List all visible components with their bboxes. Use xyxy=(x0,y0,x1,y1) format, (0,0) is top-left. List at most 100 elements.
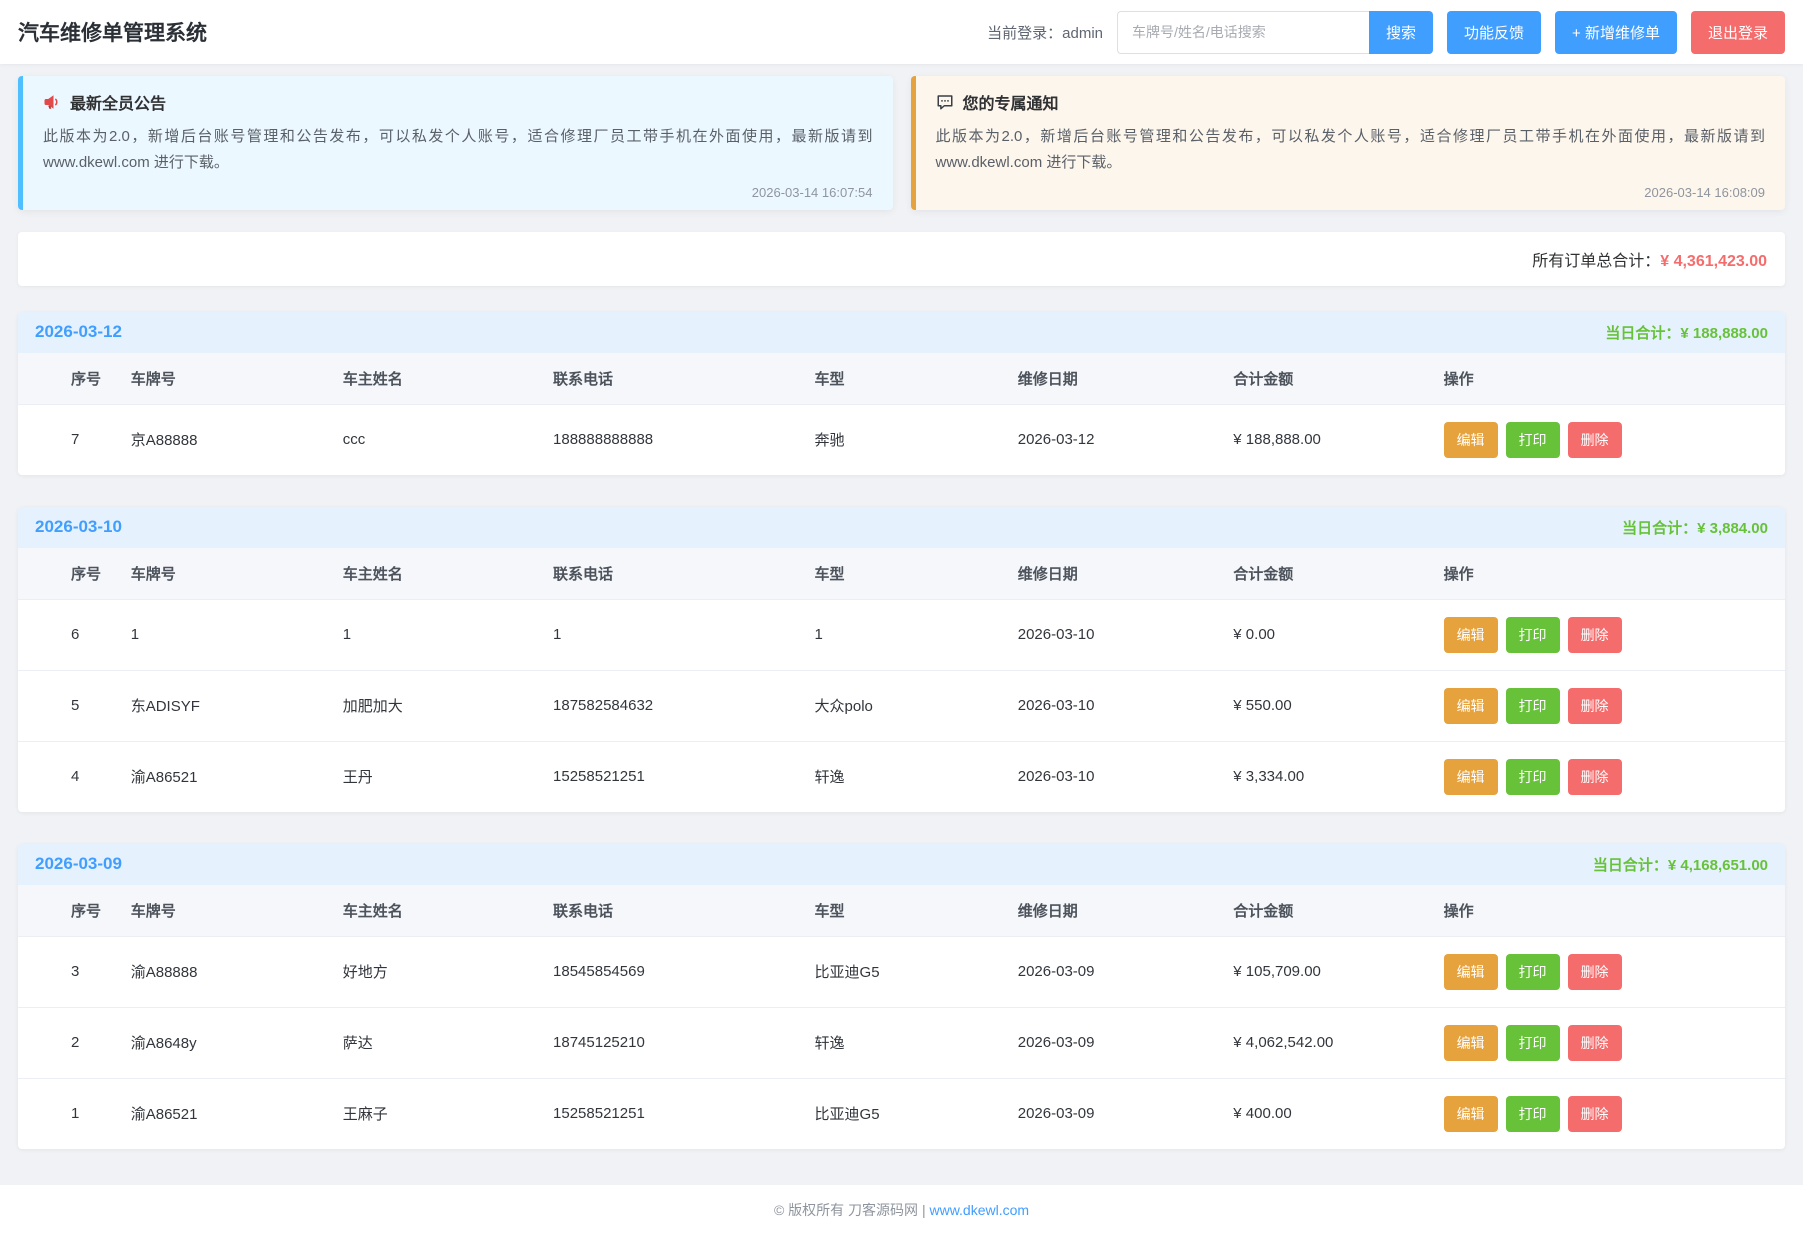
personal-notice-card: 您的专属通知 此版本为2.0，新增后台账号管理和公告发布，可以私发个人账号，适合… xyxy=(911,76,1786,210)
daily-total: 当日合计：¥ 4,168,651.00 xyxy=(1593,854,1768,875)
amount-cell: ¥ 0.00 xyxy=(1221,599,1431,670)
order-group: 2026-03-10当日合计：¥ 3,884.00序号车牌号车主姓名联系电话车型… xyxy=(18,507,1785,812)
footer-link[interactable]: www.dkewl.com xyxy=(929,1202,1029,1218)
daily-total: 当日合计：¥ 3,884.00 xyxy=(1622,517,1768,538)
column-header: 联系电话 xyxy=(541,353,803,405)
column-header: 车主姓名 xyxy=(331,353,541,405)
edit-button[interactable]: 编辑 xyxy=(1444,954,1498,990)
print-button[interactable]: 打印 xyxy=(1506,1025,1560,1061)
column-header: 车型 xyxy=(803,353,1006,405)
logout-button[interactable]: 退出登录 xyxy=(1691,11,1785,54)
delete-button[interactable]: 删除 xyxy=(1568,617,1622,653)
amount-cell: ¥ 105,709.00 xyxy=(1221,936,1431,1007)
announcement-card: 最新全员公告 此版本为2.0，新增后台账号管理和公告发布，可以私发个人账号，适合… xyxy=(18,76,893,210)
phone-cell: 188888888888 xyxy=(541,404,803,475)
print-button[interactable]: 打印 xyxy=(1506,759,1560,795)
print-button[interactable]: 打印 xyxy=(1506,422,1560,458)
owner-cell: 王麻子 xyxy=(331,1078,541,1149)
announcement-title: 最新全员公告 xyxy=(70,90,166,114)
print-button[interactable]: 打印 xyxy=(1506,954,1560,990)
edit-button[interactable]: 编辑 xyxy=(1444,617,1498,653)
order-groups: 2026-03-12当日合计：¥ 188,888.00序号车牌号车主姓名联系电话… xyxy=(0,312,1803,1149)
edit-button[interactable]: 编辑 xyxy=(1444,1096,1498,1132)
group-header: 2026-03-10 当日合计：¥ 3,884.00 xyxy=(18,507,1785,548)
order-group: 2026-03-12 当日合计：¥ 188,888.00 序号车牌号车主姓名联系电话… xyxy=(18,312,1785,475)
repair-date-cell: 2026-03-10 xyxy=(1006,670,1222,741)
search-group: 搜索 xyxy=(1117,11,1433,54)
column-header: 合计金额 xyxy=(1221,885,1431,937)
model-cell: 1 xyxy=(803,599,1006,670)
table-row: 4渝A86521王丹15258521251轩逸2026-03-10¥ 3,334… xyxy=(18,741,1785,812)
print-button[interactable]: 打印 xyxy=(1506,617,1560,653)
column-header: 操作 xyxy=(1432,548,1785,600)
table-row: 611112026-03-10¥ 0.00编辑打印删除 xyxy=(18,599,1785,670)
add-repair-order-button[interactable]: + 新增维修单 xyxy=(1555,11,1677,54)
megaphone-icon xyxy=(43,93,61,111)
group-date: 2026-03-12 xyxy=(35,322,122,342)
column-header: 维修日期 xyxy=(1006,885,1222,937)
amount-cell: ¥ 550.00 xyxy=(1221,670,1431,741)
owner-cell: ccc xyxy=(331,404,541,475)
daily-total: 当日合计：¥ 188,888.00 xyxy=(1605,322,1768,343)
delete-button[interactable]: 删除 xyxy=(1568,954,1622,990)
actions-cell: 编辑打印删除 xyxy=(1432,741,1785,812)
delete-button[interactable]: 删除 xyxy=(1568,688,1622,724)
table-row: 5东ADISYF加肥加大187582584632大众polo2026-03-10… xyxy=(18,670,1785,741)
grand-total-label: 所有订单总合计： xyxy=(1532,253,1660,270)
current-login-label: 当前登录：admin xyxy=(987,22,1103,43)
search-button[interactable]: 搜索 xyxy=(1369,11,1433,54)
column-header: 序号 xyxy=(18,885,119,937)
column-header: 操作 xyxy=(1432,353,1785,405)
feedback-button[interactable]: 功能反馈 xyxy=(1447,11,1541,54)
column-header: 序号 xyxy=(18,548,119,600)
table-row: 1渝A86521王麻子15258521251比亚迪G52026-03-09¥ 4… xyxy=(18,1078,1785,1149)
edit-button[interactable]: 编辑 xyxy=(1444,422,1498,458)
order-group: 2026-03-09 当日合计：¥ 4,168,651.00 序号车牌号车主姓名联系… xyxy=(18,844,1785,1149)
delete-button[interactable]: 删除 xyxy=(1568,759,1622,795)
speech-bubble-icon xyxy=(936,93,954,111)
owner-cell: 1 xyxy=(331,599,541,670)
footer: © 版权所有 刀客源码网 | www.dkewl.com xyxy=(0,1185,1803,1236)
model-cell: 轩逸 xyxy=(803,1007,1006,1078)
delete-button[interactable]: 删除 xyxy=(1568,422,1622,458)
personal-notice-title-row: 您的专属通知 xyxy=(936,90,1766,114)
phone-cell: 18745125210 xyxy=(541,1007,803,1078)
print-button[interactable]: 打印 xyxy=(1506,1096,1560,1132)
column-header: 车型 xyxy=(803,885,1006,937)
group-date: 2026-03-09 xyxy=(35,854,122,874)
edit-button[interactable]: 编辑 xyxy=(1444,688,1498,724)
column-header: 车主姓名 xyxy=(331,885,541,937)
print-button[interactable]: 打印 xyxy=(1506,688,1560,724)
search-input[interactable] xyxy=(1117,11,1369,54)
table-row: 7京A88888ccc188888888888奔驰2026-03-12¥ 188… xyxy=(18,404,1785,475)
repair-date-cell: 2026-03-12 xyxy=(1006,404,1222,475)
delete-button[interactable]: 删除 xyxy=(1568,1025,1622,1061)
seq-cell: 5 xyxy=(18,670,119,741)
table-header-row: 序号车牌号车主姓名联系电话车型维修日期合计金额操作 xyxy=(18,353,1785,405)
seq-cell: 3 xyxy=(18,936,119,1007)
group-header: 2026-03-12 当日合计：¥ 188,888.00 xyxy=(18,312,1785,353)
amount-cell: ¥ 188,888.00 xyxy=(1221,404,1431,475)
repair-date-cell: 2026-03-10 xyxy=(1006,741,1222,812)
orders-table: 序号车牌号车主姓名联系电话车型维修日期合计金额操作3渝A88888好地方1854… xyxy=(18,885,1785,1149)
model-cell: 大众polo xyxy=(803,670,1006,741)
repair-date-cell: 2026-03-09 xyxy=(1006,1078,1222,1149)
repair-date-cell: 2026-03-09 xyxy=(1006,936,1222,1007)
model-cell: 比亚迪G5 xyxy=(803,1078,1006,1149)
column-header: 车型 xyxy=(803,548,1006,600)
delete-button[interactable]: 删除 xyxy=(1568,1096,1622,1132)
grand-total-amount: ¥ 4,361,423.00 xyxy=(1660,253,1767,270)
actions-cell: 编辑打印删除 xyxy=(1432,1078,1785,1149)
group-date: 2026-03-10 xyxy=(35,517,122,537)
orders-table: 序号车牌号车主姓名联系电话车型维修日期合计金额操作7京A88888ccc1888… xyxy=(18,353,1785,475)
edit-button[interactable]: 编辑 xyxy=(1444,1025,1498,1061)
seq-cell: 2 xyxy=(18,1007,119,1078)
column-header: 车主姓名 xyxy=(331,548,541,600)
topbar-actions: 当前登录：admin 搜索 功能反馈 + 新增维修单 退出登录 xyxy=(987,11,1785,54)
footer-separator: | xyxy=(922,1202,926,1218)
personal-notice-body: 此版本为2.0，新增后台账号管理和公告发布，可以私发个人账号，适合修理厂员工带手… xyxy=(936,124,1766,177)
announcement-timestamp: 2026-03-14 16:07:54 xyxy=(43,185,873,200)
edit-button[interactable]: 编辑 xyxy=(1444,759,1498,795)
phone-cell: 15258521251 xyxy=(541,1078,803,1149)
column-header: 车牌号 xyxy=(119,353,331,405)
